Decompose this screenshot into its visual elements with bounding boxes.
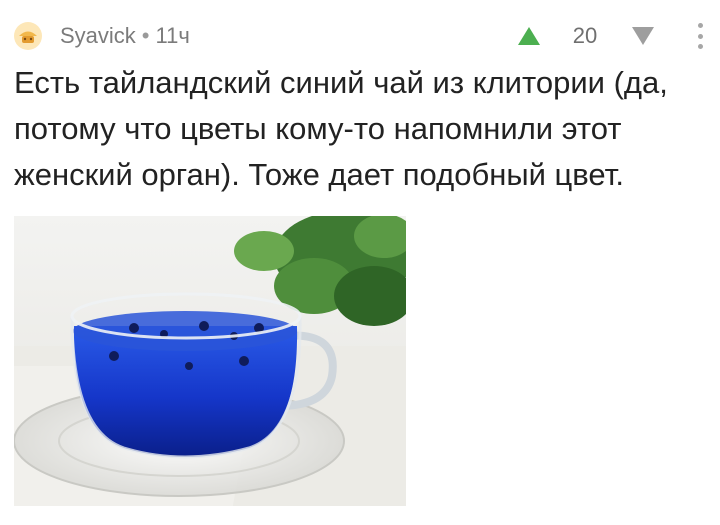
more-vertical-icon-dot (697, 44, 703, 49)
rating-count: 20 (572, 23, 598, 48)
comment-card: Syavick • 11ч 20 Есть тайландский синий … (0, 0, 720, 525)
meta-separator: • (141, 23, 150, 48)
comment-time: 11ч (155, 23, 190, 48)
author-name[interactable]: Syavick (60, 23, 136, 49)
arrow-up-icon (518, 27, 540, 45)
upvote-button[interactable] (516, 24, 542, 48)
downvote-button[interactable] (630, 24, 656, 48)
comment-text: Есть тайландский синий чай из клитории (… (14, 65, 668, 192)
avatar-icon (14, 22, 42, 50)
arrow-down-icon (632, 27, 654, 45)
more-vertical-icon (697, 23, 703, 28)
more-options-button[interactable] (694, 23, 706, 49)
comment-header: Syavick • 11ч 20 (12, 16, 708, 56)
comment-image[interactable] (14, 216, 406, 506)
avatar[interactable] (12, 20, 44, 52)
more-vertical-icon-dot (697, 33, 703, 39)
